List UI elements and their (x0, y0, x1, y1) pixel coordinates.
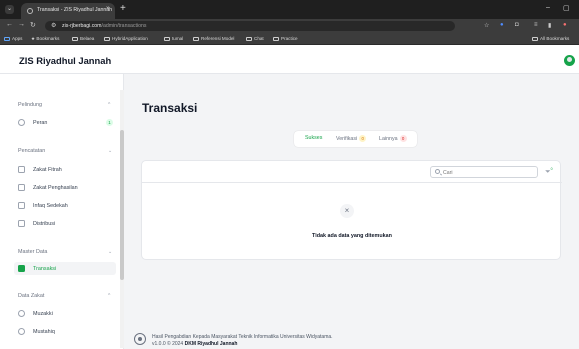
shield-icon (18, 119, 25, 126)
bookmark-apps[interactable]: Apps (4, 36, 22, 41)
main-content: Transaksi Sukses Verifikasi0 Lainnya0 ⏷0… (124, 74, 579, 349)
sidebar-group-master-data[interactable]: Master Data ⌄ (18, 249, 112, 255)
profile-icon[interactable]: ● (563, 22, 567, 28)
reload-icon[interactable]: ↻ (30, 21, 36, 29)
browser-tab[interactable]: Transaksi - ZIS Riyadhul Jannah × (21, 3, 115, 19)
document-icon (18, 166, 25, 173)
user-icon (567, 57, 572, 62)
database-icon (18, 265, 25, 272)
sidebar-item-peran[interactable]: Peran 1 (14, 116, 116, 129)
bookmark-folder-6[interactable]: Practice (273, 36, 298, 41)
star-icon[interactable]: ☆ (484, 22, 489, 29)
extension-icon[interactable]: ● (500, 22, 504, 28)
address-bar: ← → ↻ ⚙ zis-rjberbagi.com/admin/transact… (0, 19, 579, 33)
sidebar-item-mustahiq[interactable]: Mustahiq (14, 325, 116, 338)
lainnya-count: 0 (399, 135, 407, 142)
bookmark-folder-5[interactable]: Chat (246, 36, 264, 41)
university-logo-icon (134, 333, 146, 345)
sidebar: Pelindung ^ Peran 1 Pencatatan ⌄ Zakat Fit… (0, 74, 124, 349)
avatar[interactable] (564, 55, 575, 66)
chevron-down-icon: ⌄ (108, 249, 113, 255)
tab-verifikasi[interactable]: Verifikasi 0 (336, 135, 367, 142)
table-toolbar: ⏷0 (142, 161, 562, 183)
maximize-icon[interactable]: ▢ (563, 4, 570, 12)
menu-icon[interactable]: ≡ (534, 22, 538, 28)
bookmark-folder-4[interactable]: Referensi Model (193, 36, 234, 41)
extensions-icon[interactable]: ◘ (515, 22, 519, 28)
empty-x-icon: × (340, 204, 354, 218)
filter-icon[interactable]: ⏷0 (545, 167, 553, 176)
browser-tab-bar: ⌄ Transaksi - ZIS Riyadhul Jannah × + – … (0, 0, 579, 19)
chevron-up-icon: ^ (108, 102, 111, 108)
sidebar-item-infaq-sedekah[interactable]: Infaq Sedekah (14, 199, 116, 212)
chevron-up-icon: ^ (108, 293, 111, 299)
sidepanel-icon[interactable]: ▮ (548, 22, 551, 29)
bookmark-folder-2[interactable]: HybridApplication (104, 36, 148, 41)
bookmark-folder-3[interactable]: tumal (164, 36, 183, 41)
minimize-icon[interactable]: – (546, 4, 550, 11)
chevron-down-icon: ⌄ (108, 148, 113, 154)
users-icon (18, 328, 25, 335)
sidebar-item-zakat-fitrah[interactable]: Zakat Fitrah (14, 163, 116, 176)
verifikasi-count: 0 (359, 135, 367, 142)
footer: Hasil Pengabdian Kepada Masyarakat Tekni… (134, 332, 434, 349)
footer-version: v1.0.0 © 2024 DKM Riyadhul Jannah (152, 341, 238, 347)
search-box[interactable] (430, 166, 538, 178)
brand-title[interactable]: ZIS Riyadhul Jannah (19, 55, 111, 66)
users-icon (18, 310, 25, 317)
tab-lainnya[interactable]: Lainnya 0 (379, 135, 407, 142)
site-info-icon[interactable]: ⚙ (51, 22, 56, 29)
bookmark-all[interactable]: All Bookmarks (532, 36, 569, 41)
sidebar-group-pelindung[interactable]: Pelindung ^ (18, 102, 110, 108)
tab-search-icon[interactable]: ⌄ (5, 5, 14, 14)
sidebar-item-transaksi[interactable]: Transaksi (14, 262, 116, 275)
peran-badge: 1 (106, 119, 113, 126)
search-input[interactable] (443, 168, 533, 177)
back-icon[interactable]: ← (6, 21, 13, 28)
tab-title: Transaksi - ZIS Riyadhul Jannah (37, 7, 113, 13)
sidebar-item-zakat-penghasilan[interactable]: Zakat Penghasilan (14, 181, 116, 194)
tab-sukses[interactable]: Sukses (305, 135, 322, 141)
status-tabs: Sukses Verifikasi 0 Lainnya 0 (294, 131, 417, 147)
app-header: ZIS Riyadhul Jannah (0, 45, 579, 74)
tab-close-icon[interactable]: × (106, 6, 110, 12)
bookmark-folder-1[interactable]: Belaea (72, 36, 94, 41)
sidebar-group-pencatatan[interactable]: Pencatatan ⌄ (18, 148, 112, 154)
bookmark-bookmarks[interactable]: ★ Bookmarks (31, 36, 59, 42)
page-title: Transaksi (142, 101, 198, 115)
file-icon (18, 220, 25, 227)
url-field[interactable]: ⚙ zis-rjberbagi.com/admin/transactions (45, 21, 455, 31)
transactions-table: ⏷0 × Tidak ada data yang ditemukan (141, 160, 562, 260)
url-text: zis-rjberbagi.com/admin/transactions (62, 23, 147, 29)
new-tab-icon[interactable]: + (120, 3, 126, 14)
search-icon (435, 169, 440, 174)
document-icon (18, 184, 25, 191)
tab-favicon-icon (27, 8, 33, 14)
sidebar-item-muzakki[interactable]: Muzakki (14, 307, 116, 320)
sidebar-item-distribusi[interactable]: Distribusi (14, 217, 116, 230)
bookmarks-bar: Apps ★ Bookmarks Belaea HybridApplicatio… (0, 33, 579, 45)
footer-credit: Hasil Pengabdian Kepada Masyarakat Tekni… (152, 334, 333, 340)
forward-icon[interactable]: → (18, 21, 25, 28)
document-icon (18, 202, 25, 209)
empty-message: Tidak ada data yang ditemukan (312, 233, 392, 239)
sidebar-group-data-zakat[interactable]: Data Zakat ^ (18, 293, 110, 299)
